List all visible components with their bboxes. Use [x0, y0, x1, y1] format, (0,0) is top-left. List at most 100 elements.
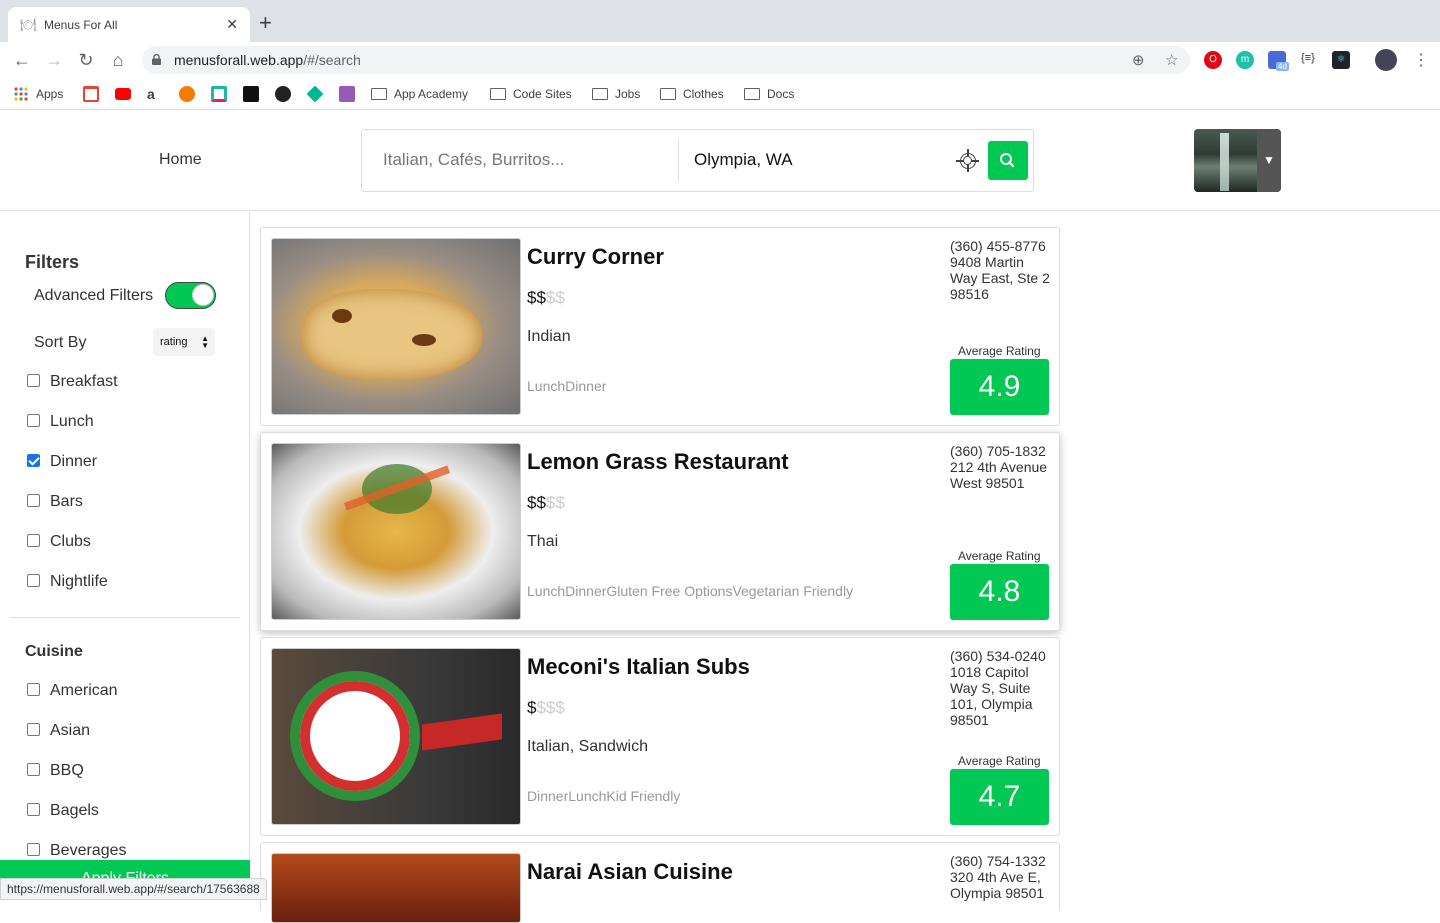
- star-icon[interactable]: ☆: [1165, 51, 1178, 69]
- checkbox-american[interactable]: [27, 683, 40, 696]
- restaurant-card[interactable]: Meconi's Italian Subs $$$$ Italian, Sand…: [260, 637, 1060, 836]
- square-bookmark-icon[interactable]: [211, 86, 233, 102]
- amazon-icon[interactable]: a: [147, 86, 155, 102]
- h-bookmark-icon[interactable]: [339, 86, 361, 102]
- youtube-icon[interactable]: [115, 86, 137, 102]
- bookmark-label: Code Sites: [513, 87, 572, 101]
- cuisine-category: Indian: [527, 328, 571, 345]
- restaurant-image: [271, 648, 521, 825]
- address: 1018 Capitol Way S, Suite 101, Olympia 9…: [950, 664, 1033, 728]
- folder-icon: [744, 88, 760, 100]
- diamond-bookmark-icon[interactable]: [306, 85, 329, 103]
- bookmark-apps[interactable]: Apps: [13, 86, 63, 102]
- restaurant-card[interactable]: Curry Corner $$$$ Indian LunchDinner (36…: [260, 227, 1060, 426]
- sidebar-divider: [10, 617, 239, 618]
- price-level: $$$$: [527, 288, 565, 307]
- checkbox-asian[interactable]: [27, 723, 40, 736]
- bookmark-folder-code-sites[interactable]: Code Sites: [490, 86, 572, 102]
- json-extension-icon[interactable]: {≡}: [1301, 52, 1315, 64]
- checkbox-label: Beverages: [50, 842, 127, 859]
- tab-title: Menus For All: [44, 17, 118, 32]
- sun-bookmark-icon[interactable]: [179, 86, 201, 102]
- checkbox-label: Nightlife: [50, 573, 108, 590]
- bookmark-label: Clothes: [683, 87, 724, 101]
- close-tab-icon[interactable]: ✕: [226, 16, 238, 33]
- gmail-icon[interactable]: [83, 86, 105, 102]
- cuisine-category: Thai: [527, 533, 559, 550]
- contact-info: (360) 754-1332 320 4th Ave E, Olympia 985…: [950, 853, 1054, 901]
- profile-avatar[interactable]: [1375, 49, 1397, 71]
- checkbox-beverages[interactable]: [27, 843, 40, 856]
- restaurant-image: [271, 238, 521, 415]
- phone: (360) 754-1332: [950, 853, 1046, 869]
- bookmark-folder-docs[interactable]: Docs: [744, 86, 794, 102]
- folder-icon: [490, 88, 506, 100]
- bookmark-folder-clothes[interactable]: Clothes: [660, 86, 724, 102]
- average-rating-label: Average Rating: [958, 754, 1041, 768]
- checkbox-bars[interactable]: [27, 494, 40, 507]
- contact-info: (360) 705-1832 212 4th Avenue West 98501: [950, 443, 1054, 491]
- checkbox-breakfast[interactable]: [27, 374, 40, 387]
- forward-icon[interactable]: →: [44, 50, 64, 70]
- location-input[interactable]: Olympia, WA: [694, 150, 793, 170]
- checkbox-lunch[interactable]: [27, 414, 40, 427]
- bookmark-folder-jobs[interactable]: Jobs: [592, 86, 640, 102]
- restaurant-name[interactable]: Narai Asian Cuisine: [527, 859, 733, 885]
- react-devtools-icon[interactable]: ⚛: [1332, 51, 1350, 69]
- folder-icon: [371, 88, 387, 100]
- checkbox-nightlife[interactable]: [27, 574, 40, 587]
- current-location-icon[interactable]: [956, 149, 979, 172]
- restaurant-card[interactable]: Narai Asian Cuisine (360) 754-1332 320 4t…: [260, 842, 1060, 923]
- opera-extension-icon[interactable]: O: [1204, 51, 1222, 69]
- phone: (360) 534-0240: [950, 648, 1046, 664]
- m-extension-icon[interactable]: m: [1236, 51, 1254, 69]
- advanced-filters-label: Advanced Filters: [34, 287, 154, 304]
- github-icon[interactable]: [275, 86, 297, 102]
- home-link[interactable]: Home: [159, 151, 202, 169]
- checkbox-label: American: [50, 682, 118, 699]
- meal-tags: DinnerLunchKid Friendly: [527, 788, 681, 804]
- meal-tags: LunchDinnerGluten Free OptionsVegetarian…: [527, 583, 854, 599]
- rating-badge: 4.7: [950, 769, 1049, 825]
- price-level: $$$$: [527, 493, 565, 512]
- location-target-icon[interactable]: ⊕: [1132, 51, 1145, 69]
- contact-info: (360) 534-0240 1018 Capitol Way S, Suite …: [950, 648, 1054, 728]
- search-bar: Italian, Cafés, Burritos... Olympia, WA: [361, 129, 1034, 192]
- sort-by-select[interactable]: rating ▲ ▼: [153, 328, 215, 356]
- user-avatar: [1194, 129, 1257, 192]
- restaurant-card[interactable]: Lemon Grass Restaurant $$$$ Thai LunchDi…: [260, 432, 1060, 631]
- advanced-filters-toggle[interactable]: [165, 282, 216, 309]
- checkbox-label: BBQ: [50, 762, 84, 779]
- price-level: $$$$: [527, 698, 565, 717]
- bookmark-label: Docs: [767, 87, 795, 101]
- menu-icon[interactable]: ⋮: [1413, 50, 1429, 70]
- search-input[interactable]: Italian, Cafés, Burritos...: [383, 150, 564, 170]
- filters-sidebar: Filters Advanced Filters Sort By rating ▲…: [0, 212, 250, 900]
- filters-title: Filters: [25, 252, 80, 272]
- bookmark-folder-app-academy[interactable]: App Academy: [371, 86, 468, 102]
- back-icon[interactable]: ←: [12, 50, 32, 70]
- restaurant-name[interactable]: Meconi's Italian Subs: [527, 654, 750, 680]
- address-bar[interactable]: menusforall.web.app/#/search ⊕ ☆: [142, 46, 1190, 74]
- browser-tab[interactable]: 🍽 Menus For All ✕: [8, 7, 250, 42]
- folder-icon: [592, 88, 608, 100]
- status-bar-url: https://menusforall.web.app/#/search/175…: [0, 878, 267, 900]
- restaurant-name[interactable]: Lemon Grass Restaurant: [527, 449, 789, 475]
- checkbox-bagels[interactable]: [27, 803, 40, 816]
- medium-icon[interactable]: [243, 86, 265, 102]
- lock-icon: [152, 54, 161, 65]
- average-rating-label: Average Rating: [958, 549, 1041, 563]
- new-tab-icon[interactable]: +: [259, 12, 272, 34]
- sort-value: rating: [160, 336, 188, 348]
- rating-badge: 4.8: [950, 564, 1049, 620]
- meal-tags: LunchDinner: [527, 378, 607, 394]
- checkbox-bbq[interactable]: [27, 763, 40, 776]
- reload-icon[interactable]: ↻: [76, 50, 96, 70]
- user-menu[interactable]: ▼: [1194, 129, 1281, 192]
- restaurant-name[interactable]: Curry Corner: [527, 244, 664, 270]
- home-icon[interactable]: ⌂: [108, 50, 128, 70]
- checkbox-clubs[interactable]: [27, 534, 40, 547]
- checkbox-dinner[interactable]: [27, 454, 40, 467]
- checkbox-label: Lunch: [50, 413, 94, 430]
- search-button[interactable]: [988, 141, 1028, 180]
